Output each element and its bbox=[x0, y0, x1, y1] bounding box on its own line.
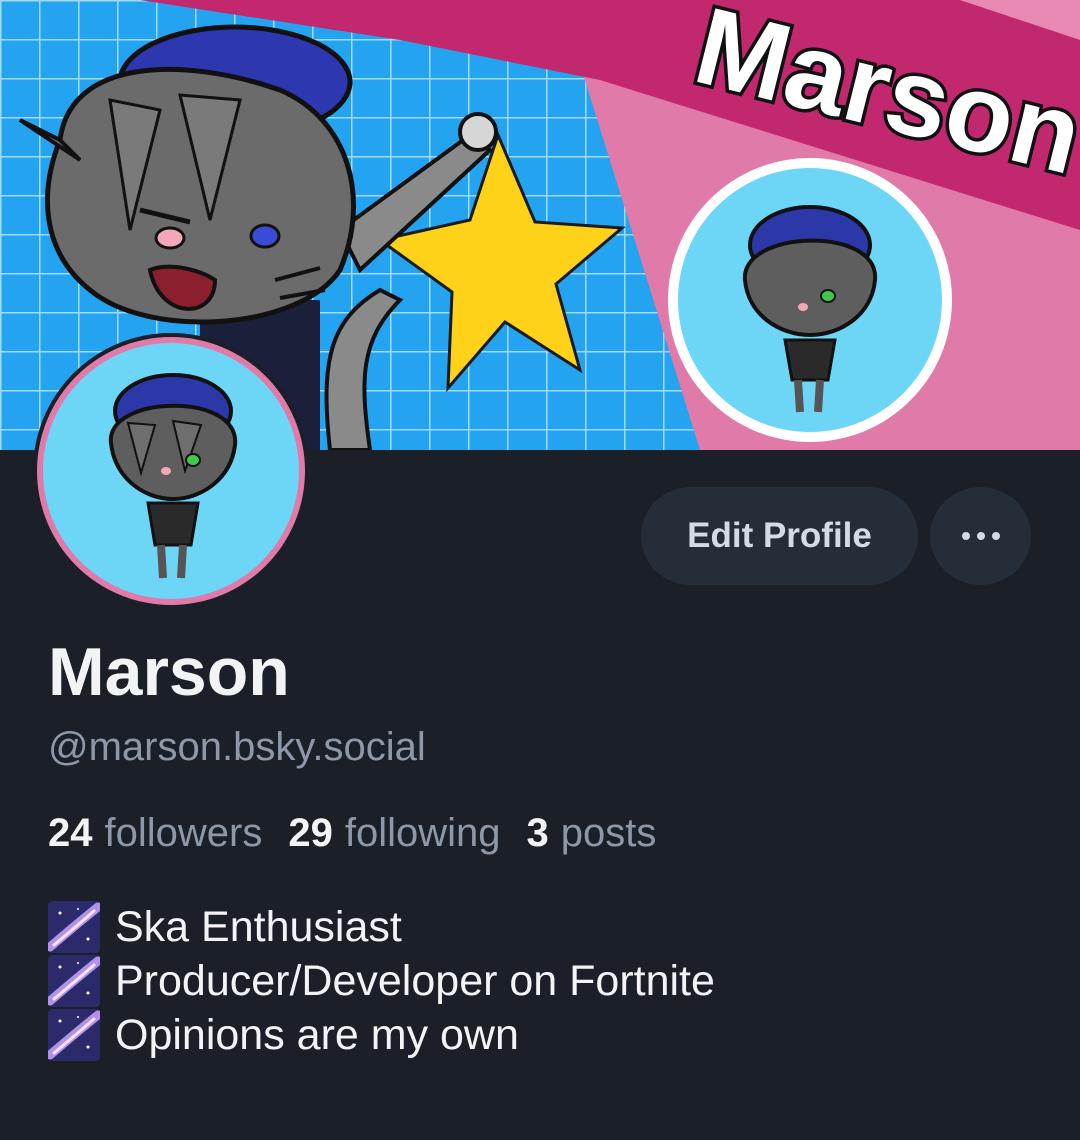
profile-page: Marson Edit Profile Marson @marson.bsky.… bbox=[0, 0, 1080, 1140]
posts-count: 3 bbox=[526, 811, 549, 855]
bio-line: Producer/Developer on Fortnite bbox=[48, 954, 715, 1008]
following-count: 29 bbox=[288, 811, 333, 855]
milky-way-icon bbox=[48, 955, 100, 1007]
display-name: Marson bbox=[48, 634, 290, 710]
profile-bio: Ska Enthusiast Producer/Developer on For… bbox=[48, 900, 715, 1062]
bio-text: Ska Enthusiast bbox=[115, 903, 402, 951]
bio-text: Producer/Developer on Fortnite bbox=[115, 957, 715, 1005]
edit-profile-button[interactable]: Edit Profile bbox=[641, 487, 918, 585]
posts-stat: 3 posts bbox=[527, 808, 657, 858]
profile-avatar[interactable] bbox=[33, 333, 309, 609]
milky-way-icon bbox=[48, 1009, 100, 1061]
following-label: following bbox=[344, 811, 501, 855]
followers-count: 24 bbox=[48, 811, 93, 855]
bio-text: Opinions are my own bbox=[115, 1011, 519, 1059]
more-options-button[interactable] bbox=[930, 487, 1031, 585]
profile-stats: 24 followers 29 following 3 posts bbox=[48, 808, 656, 858]
posts-label: posts bbox=[560, 811, 657, 855]
user-handle: @marson.bsky.social bbox=[48, 725, 426, 769]
followers-label: followers bbox=[104, 811, 263, 855]
avatar-image bbox=[33, 333, 309, 609]
bio-line: Opinions are my own bbox=[48, 1008, 715, 1062]
followers-stat[interactable]: 24 followers bbox=[48, 808, 262, 858]
following-stat[interactable]: 29 following bbox=[288, 808, 500, 858]
bio-line: Ska Enthusiast bbox=[48, 900, 715, 954]
ellipsis-icon bbox=[961, 532, 1000, 540]
milky-way-icon bbox=[48, 901, 100, 953]
